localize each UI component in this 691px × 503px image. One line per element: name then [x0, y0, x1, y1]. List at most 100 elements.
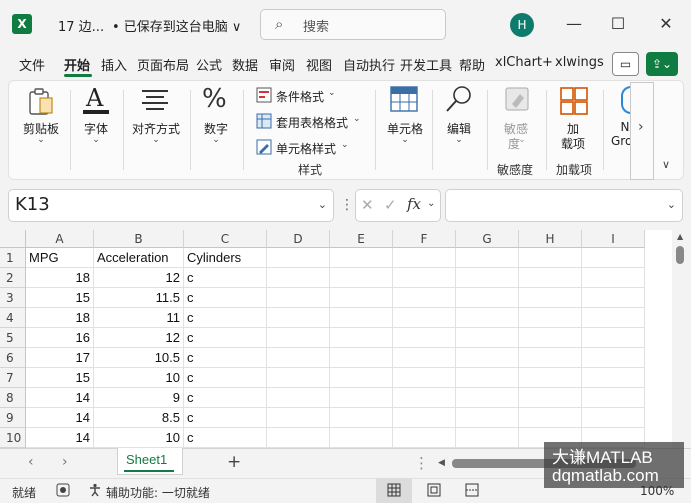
- grid-cell[interactable]: 12: [94, 328, 184, 348]
- grid-cell[interactable]: [330, 328, 393, 348]
- row-header[interactable]: 10: [0, 428, 26, 448]
- grid-cell[interactable]: [267, 308, 330, 328]
- grid-cell[interactable]: c: [184, 368, 267, 388]
- insert-function-button[interactable]: fx: [407, 195, 421, 213]
- addins-label-2[interactable]: 载项: [556, 135, 590, 152]
- grid-cell[interactable]: [456, 288, 519, 308]
- name-box[interactable]: K13 ⌄: [8, 189, 334, 222]
- grid-cell[interactable]: [330, 268, 393, 288]
- grid-cell[interactable]: [267, 248, 330, 268]
- grid-cell[interactable]: [456, 428, 519, 448]
- grid-cell[interactable]: [519, 248, 582, 268]
- grid-cell[interactable]: [456, 268, 519, 288]
- table-format-button[interactable]: 套用表格格式: [276, 114, 348, 131]
- grid-cell[interactable]: 11: [94, 308, 184, 328]
- column-header[interactable]: I: [582, 230, 645, 248]
- page-layout-view-icon[interactable]: [427, 483, 441, 500]
- grid-cell[interactable]: [582, 328, 645, 348]
- grid-cell[interactable]: [330, 288, 393, 308]
- grid-cell[interactable]: [393, 428, 456, 448]
- grid-cell[interactable]: c: [184, 428, 267, 448]
- grid-cell[interactable]: 16: [26, 328, 94, 348]
- column-header[interactable]: C: [184, 230, 267, 248]
- grid-cell[interactable]: [519, 348, 582, 368]
- tab-developer[interactable]: 开发工具: [400, 55, 452, 75]
- grid-cell[interactable]: [267, 328, 330, 348]
- add-sheet-button[interactable]: +: [227, 452, 241, 472]
- grid-cell[interactable]: 11.5: [94, 288, 184, 308]
- grid-cell[interactable]: [456, 248, 519, 268]
- grid-cell[interactable]: [582, 288, 645, 308]
- grid-cell[interactable]: [456, 408, 519, 428]
- tab-home[interactable]: 开始: [64, 55, 90, 75]
- minimize-button[interactable]: —: [559, 12, 589, 36]
- grid-cell[interactable]: 18: [26, 308, 94, 328]
- grid-cell[interactable]: [393, 308, 456, 328]
- grid-cell[interactable]: 14: [26, 408, 94, 428]
- grid-cell[interactable]: [267, 388, 330, 408]
- grid-cell[interactable]: [582, 348, 645, 368]
- grid-cell[interactable]: [330, 348, 393, 368]
- grid-cell[interactable]: [267, 288, 330, 308]
- row-header[interactable]: 5: [0, 328, 26, 348]
- cell-style-button[interactable]: 单元格样式: [276, 140, 336, 157]
- grid-cell[interactable]: [330, 368, 393, 388]
- grid-cell[interactable]: [330, 428, 393, 448]
- accessibility-status[interactable]: 辅助功能: 一切就绪: [106, 484, 210, 501]
- scroll-left-icon[interactable]: ◀: [438, 458, 445, 468]
- normal-view-button[interactable]: [376, 478, 412, 503]
- search-box[interactable]: ⌕ 搜索: [260, 9, 446, 40]
- grid-cell[interactable]: [582, 388, 645, 408]
- grid-cell[interactable]: [393, 348, 456, 368]
- select-all-corner[interactable]: [0, 230, 26, 248]
- row-header[interactable]: 2: [0, 268, 26, 288]
- grid-cell[interactable]: [393, 408, 456, 428]
- tab-page-layout[interactable]: 页面布局: [137, 55, 189, 75]
- ribbon-scroll-right[interactable]: ›: [630, 82, 654, 180]
- grid-cell[interactable]: [267, 268, 330, 288]
- row-header[interactable]: 4: [0, 308, 26, 328]
- grid-cell[interactable]: 17: [26, 348, 94, 368]
- grid-cell[interactable]: [519, 288, 582, 308]
- grid-cell[interactable]: c: [184, 348, 267, 368]
- grid-cell[interactable]: [330, 248, 393, 268]
- column-header[interactable]: H: [519, 230, 582, 248]
- grid-cell[interactable]: [393, 368, 456, 388]
- grid-cell[interactable]: [267, 368, 330, 388]
- grid-cell[interactable]: [330, 388, 393, 408]
- grid-cell[interactable]: [456, 308, 519, 328]
- row-header[interactable]: 3: [0, 288, 26, 308]
- tab-view[interactable]: 视图: [306, 55, 332, 75]
- grid-cell[interactable]: c: [184, 268, 267, 288]
- column-header[interactable]: G: [456, 230, 519, 248]
- spreadsheet-grid[interactable]: A B C D E F G H I 1 MPG Acceleration Cylinders 2 18 12 c…: [0, 230, 672, 448]
- grid-cell[interactable]: 8.5: [94, 408, 184, 428]
- grid-cell[interactable]: [582, 248, 645, 268]
- grid-cell[interactable]: [519, 308, 582, 328]
- next-sheet-icon[interactable]: ›: [62, 454, 68, 470]
- grid-cell[interactable]: [519, 328, 582, 348]
- grid-cell[interactable]: [456, 368, 519, 388]
- tab-xlwings[interactable]: xlwings: [555, 55, 604, 75]
- grid-cell[interactable]: [456, 328, 519, 348]
- grid-cell[interactable]: 15: [26, 288, 94, 308]
- conditional-format-button[interactable]: 条件格式: [276, 88, 324, 105]
- grid-cell[interactable]: c: [184, 408, 267, 428]
- row-header[interactable]: 8: [0, 388, 26, 408]
- cancel-icon[interactable]: ✕: [361, 196, 374, 214]
- column-header[interactable]: B: [94, 230, 184, 248]
- tab-data[interactable]: 数据: [232, 55, 258, 75]
- grid-cell[interactable]: [582, 308, 645, 328]
- grid-cell[interactable]: [393, 248, 456, 268]
- grid-cell[interactable]: MPG: [26, 248, 94, 268]
- grid-cell[interactable]: c: [184, 388, 267, 408]
- accessibility-icon[interactable]: [88, 483, 102, 500]
- grid-cell[interactable]: [330, 308, 393, 328]
- save-status[interactable]: • 已保存到这台电脑 ∨: [112, 16, 241, 35]
- prev-sheet-icon[interactable]: ‹: [28, 454, 34, 470]
- column-header[interactable]: E: [330, 230, 393, 248]
- grid-cell[interactable]: 10.5: [94, 348, 184, 368]
- grid-cell[interactable]: [393, 328, 456, 348]
- maximize-button[interactable]: ☐: [603, 12, 633, 36]
- grid-cell[interactable]: c: [184, 288, 267, 308]
